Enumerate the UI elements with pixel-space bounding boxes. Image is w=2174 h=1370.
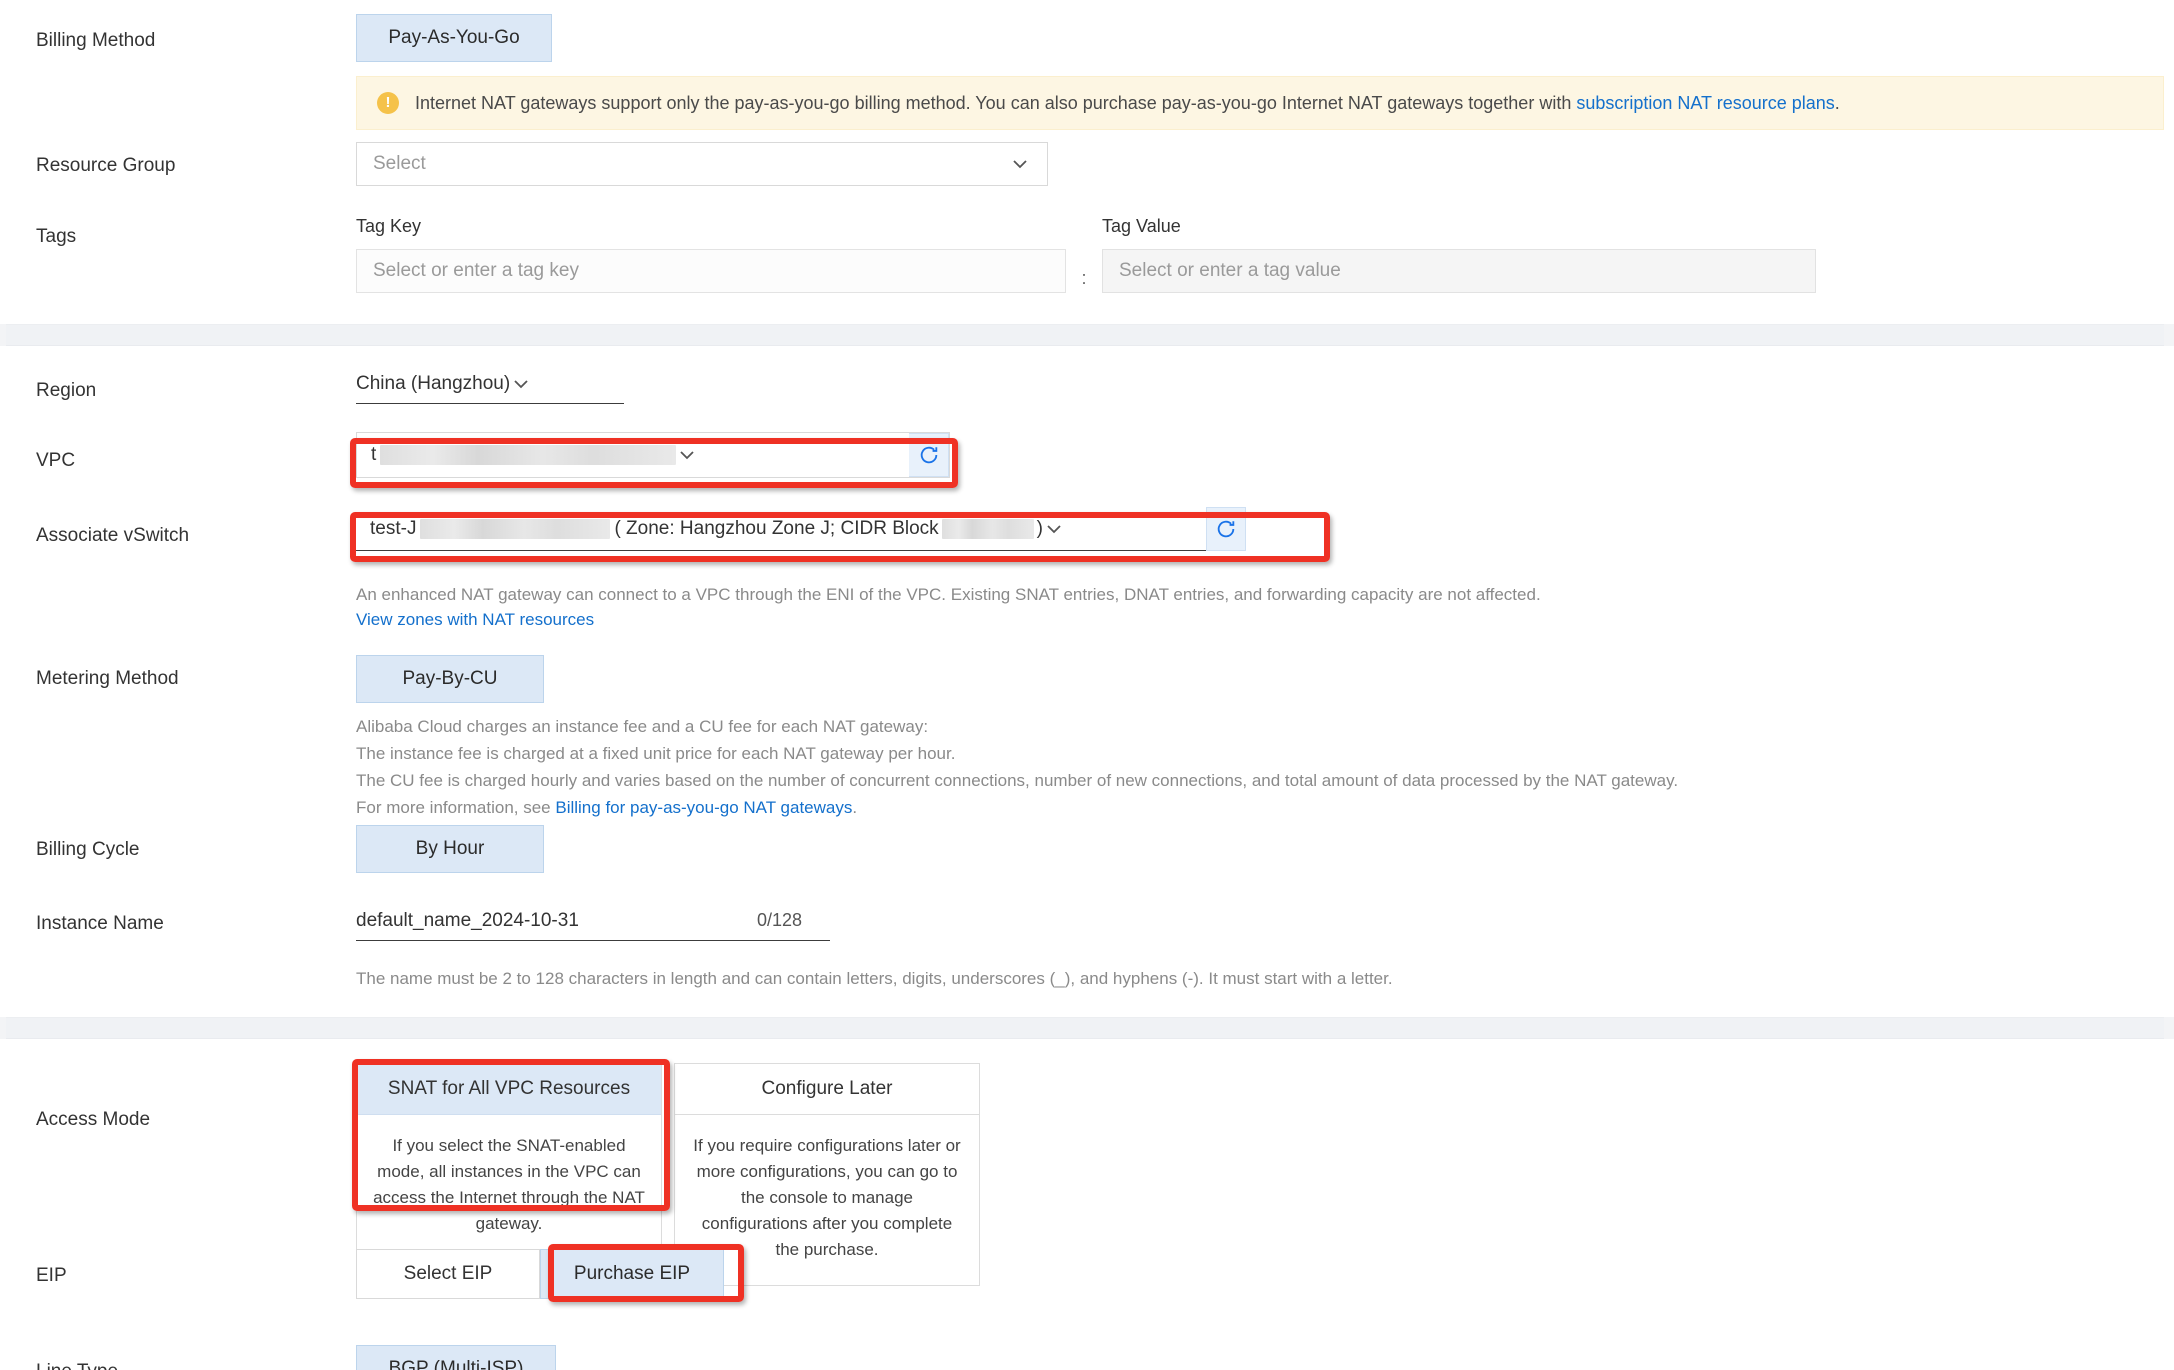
metering-help-suffix: .: [852, 798, 858, 817]
row-associate-vswitch: Associate vSwitch test-J ( Zone: Hangzho…: [0, 507, 2174, 581]
vpc-value-redacted: [380, 445, 677, 465]
vswitch-refresh-button[interactable]: [1206, 507, 1246, 551]
vswitch-help-text: An enhanced NAT gateway can connect to a…: [356, 585, 1541, 604]
row-vpc: VPC t: [0, 432, 2174, 507]
row-instance-name-help: The name must be 2 to 128 characters in …: [0, 957, 2174, 1017]
resource-group-label: Resource Group: [36, 155, 176, 176]
section-divider-2: [0, 1017, 2174, 1039]
billing-method-label: Billing Method: [36, 30, 156, 51]
row-vswitch-help: An enhanced NAT gateway can connect to a…: [0, 581, 2174, 641]
row-billing-cycle: Billing Cycle By Hour: [0, 825, 2174, 901]
chevron-down-icon: [1009, 153, 1031, 175]
vswitch-value-redacted-cidr: [941, 518, 1034, 539]
instance-name-input[interactable]: default_name_2024-10-31 0/128: [356, 901, 830, 941]
access-mode-label: Access Mode: [36, 1109, 151, 1130]
billing-for-pay-as-you-go-nat-gateways-link[interactable]: Billing for pay-as-you-go NAT gateways: [555, 798, 852, 817]
vpc-value: t: [357, 433, 909, 477]
access-mode-card-snat-description: If you select the SNAT-enabled mode, all…: [373, 1136, 645, 1233]
row-line-type: Line Type BGP (Multi-ISP): [0, 1345, 2174, 1370]
metering-help-line-4: For more information, see Billing for pa…: [356, 794, 2174, 821]
line-type-option-bgp-multi-isp[interactable]: BGP (Multi-ISP): [356, 1345, 556, 1370]
vswitch-value-redacted-id: [420, 518, 611, 539]
row-region: Region China (Hangzhou): [0, 364, 2174, 432]
vpc-label: VPC: [36, 450, 76, 471]
row-billing-alert: ! Internet NAT gateways support only the…: [0, 76, 2174, 142]
billing-alert-text-after: .: [1834, 93, 1840, 113]
resource-group-value: Select: [373, 153, 426, 174]
associate-vswitch-value: test-J ( Zone: Hangzhou Zone J; CIDR Blo…: [356, 507, 1206, 551]
warning-icon: !: [377, 92, 399, 114]
region-label: Region: [36, 380, 97, 401]
access-mode-card-snat-title: SNAT for All VPC Resources: [357, 1064, 661, 1115]
vswitch-value-middle: ( Zone: Hangzhou Zone J; CIDR Block: [614, 517, 939, 539]
row-tags: Tags Tag Key Select or enter a tag key :…: [0, 214, 2174, 324]
eip-option-purchase-eip[interactable]: Purchase EIP: [540, 1249, 724, 1299]
subscription-nat-resource-plans-link[interactable]: subscription NAT resource plans: [1576, 93, 1834, 113]
instance-name-counter: 0/128: [756, 910, 802, 930]
row-resource-group: Resource Group Select: [0, 142, 2174, 214]
refresh-icon: [1217, 520, 1235, 538]
region-value: China (Hangzhou): [356, 372, 511, 394]
section-network: Region China (Hangzhou) VPC t Associate …: [0, 346, 2174, 1017]
section-billing: Billing Method Pay-As-You-Go ! Internet …: [0, 0, 2174, 324]
vpc-value-prefix: t: [371, 444, 377, 465]
vpc-select[interactable]: t: [356, 432, 950, 478]
nat-gateway-purchase-form: Billing Method Pay-As-You-Go ! Internet …: [0, 0, 2174, 1370]
tag-key-placeholder-text: Select or enter a tag key: [373, 260, 579, 281]
billing-alert-banner: ! Internet NAT gateways support only the…: [356, 76, 2164, 130]
vpc-refresh-button[interactable]: [909, 433, 949, 477]
eip-option-select-eip[interactable]: Select EIP: [356, 1249, 540, 1299]
row-metering-method: Metering Method Pay-By-CU: [0, 655, 2174, 713]
section-access: Access Mode SNAT for All VPC Resources I…: [0, 1039, 2174, 1370]
metering-help-line-3: The CU fee is charged hourly and varies …: [356, 771, 1679, 790]
billing-cycle-label: Billing Cycle: [36, 839, 140, 860]
billing-method-option-pay-as-you-go[interactable]: Pay-As-You-Go: [356, 14, 552, 62]
tag-key-input[interactable]: Select or enter a tag key: [356, 249, 1066, 293]
metering-help-line-1: Alibaba Cloud charges an instance fee an…: [356, 717, 929, 736]
section-divider-1: [0, 324, 2174, 346]
metering-method-label: Metering Method: [36, 668, 179, 689]
metering-help-line-2: The instance fee is charged at a fixed u…: [356, 744, 956, 763]
row-access-mode: Access Mode SNAT for All VPC Resources I…: [0, 1059, 2174, 1286]
access-mode-card-configure-later-title: Configure Later: [675, 1064, 979, 1115]
billing-alert-text: Internet NAT gateways support only the p…: [415, 90, 1840, 116]
eip-label: EIP: [36, 1265, 67, 1286]
chevron-down-icon: [1043, 518, 1065, 540]
billing-alert-text-before: Internet NAT gateways support only the p…: [415, 93, 1577, 113]
resource-group-select[interactable]: Select: [356, 142, 1048, 186]
tag-value-input[interactable]: Select or enter a tag value: [1102, 249, 1816, 293]
row-instance-name: Instance Name default_name_2024-10-31 0/…: [0, 901, 2174, 957]
line-type-label: Line Type: [36, 1359, 316, 1370]
row-metering-help: Alibaba Cloud charges an instance fee an…: [0, 713, 2174, 817]
billing-cycle-option-by-hour[interactable]: By Hour: [356, 825, 544, 873]
tag-value-label: Tag Value: [1102, 216, 1181, 236]
instance-name-label: Instance Name: [36, 913, 164, 934]
metering-method-option-pay-by-cu[interactable]: Pay-By-CU: [356, 655, 544, 703]
tag-separator: :: [1081, 268, 1087, 288]
tags-label: Tags: [36, 226, 77, 247]
instance-name-value: default_name_2024-10-31: [356, 909, 579, 931]
chevron-down-icon: [676, 444, 698, 466]
view-zones-with-nat-resources-link[interactable]: View zones with NAT resources: [356, 610, 594, 630]
tag-key-label: Tag Key: [356, 216, 422, 236]
tag-value-placeholder-text: Select or enter a tag value: [1119, 260, 1341, 281]
refresh-icon: [920, 446, 937, 464]
row-eip: EIP Select EIP Purchase EIP: [0, 1244, 2174, 1345]
chevron-down-icon: [510, 373, 532, 395]
instance-name-help-text: The name must be 2 to 128 characters in …: [356, 969, 1393, 988]
row-billing-method: Billing Method Pay-As-You-Go: [0, 14, 2174, 76]
metering-help-prefix: For more information, see: [356, 798, 556, 817]
associate-vswitch-select[interactable]: test-J ( Zone: Hangzhou Zone J; CIDR Blo…: [356, 507, 1246, 551]
associate-vswitch-label: Associate vSwitch: [36, 525, 190, 546]
vswitch-value-prefix: test-J: [370, 517, 417, 539]
region-select[interactable]: China (Hangzhou): [356, 364, 624, 404]
